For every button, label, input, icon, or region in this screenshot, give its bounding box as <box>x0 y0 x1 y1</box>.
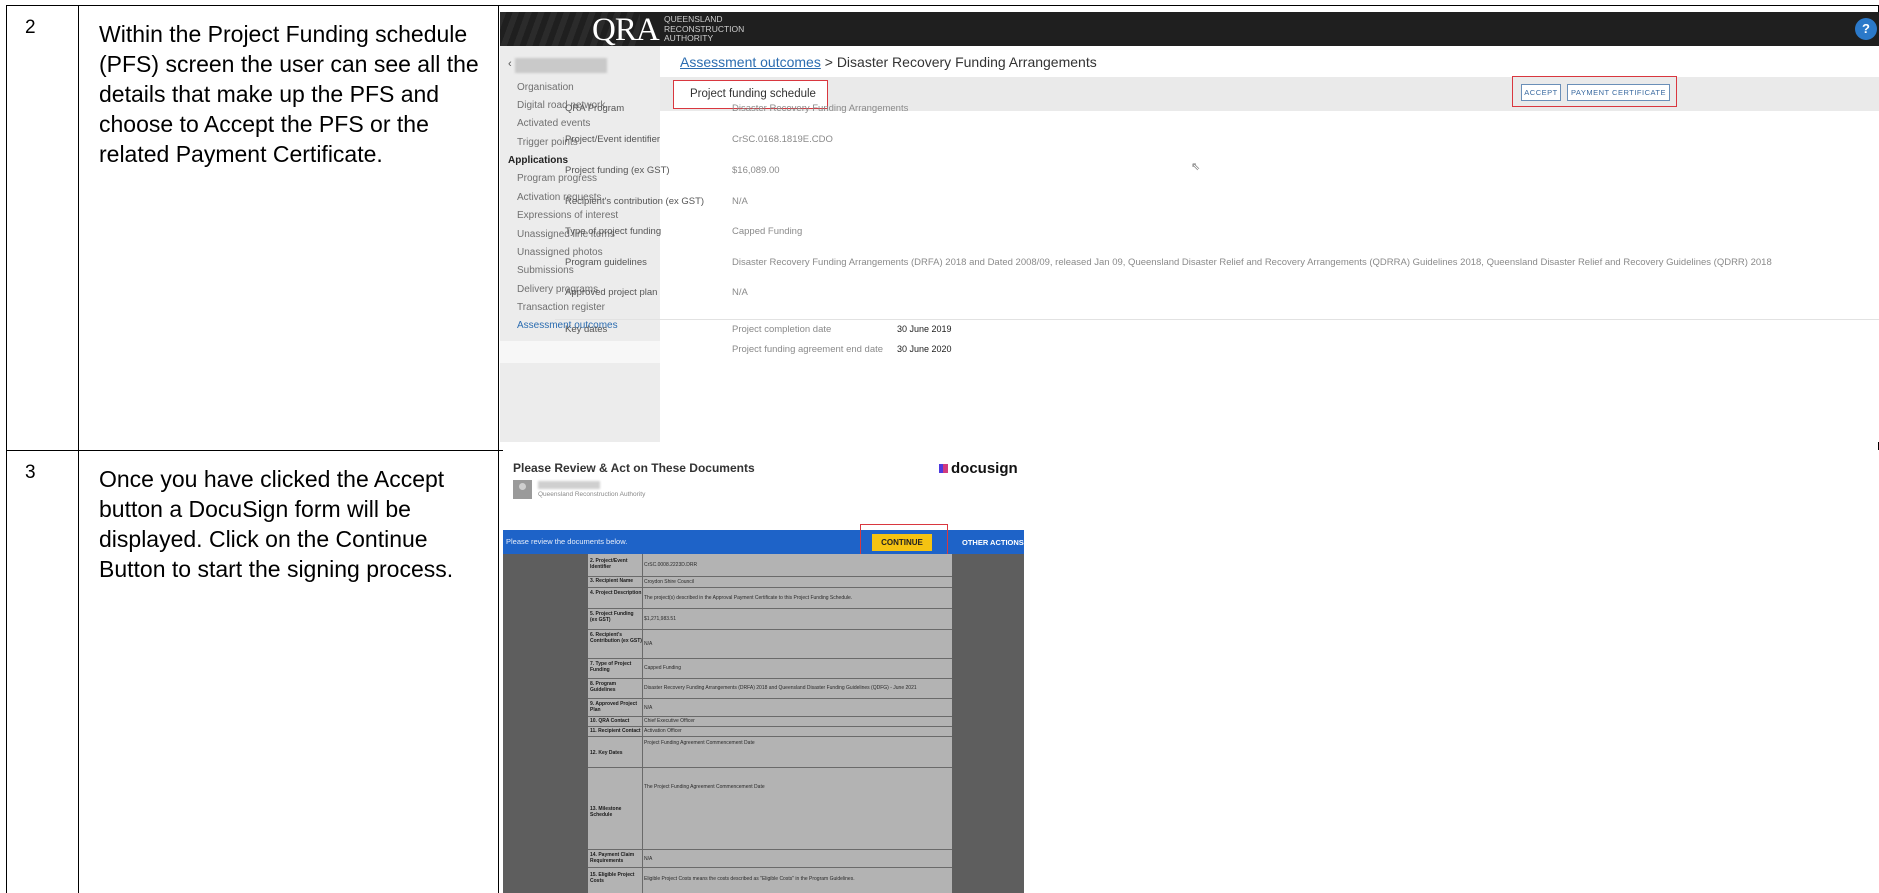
step-number: 3 <box>25 462 36 483</box>
doc-row-value: Capped Funding <box>644 665 681 671</box>
step-description: Once you have clicked the Accept button … <box>99 466 454 582</box>
qra-logo: QRA <box>592 12 660 46</box>
sidebar-active-highlight <box>500 341 660 363</box>
chevron-left-icon[interactable]: ‹ <box>508 58 512 70</box>
key-date-value-agreement-end: 30 June 2020 <box>897 344 952 354</box>
doc-row-value: Croydon Shire Council <box>644 579 695 585</box>
doc-row-value: The project(s) described in the Approval… <box>644 595 853 601</box>
doc-row-value: N/A <box>644 705 653 711</box>
accept-button[interactable]: ACCEPT <box>1521 84 1561 101</box>
field-label-program-guidelines: Program guidelines <box>565 257 647 268</box>
doc-row-label: 5. Project Funding (ex GST) <box>590 611 634 623</box>
field-label-qra-program: QRA Program <box>565 103 625 114</box>
doc-row-label: 14. Payment Claim Requirements <box>590 852 635 864</box>
doc-row-label: 7. Type of Project Funding <box>590 661 632 673</box>
field-value-project-identifier: CrSC.0168.1819E.CDO <box>732 134 833 145</box>
sender-organisation: Queensland Reconstruction Authority <box>538 491 646 498</box>
docusign-title: Please Review & Act on These Documents <box>513 461 755 475</box>
field-value-approved-project-plan: N/A <box>732 287 748 298</box>
review-instructions: Please review the documents below. <box>506 537 628 546</box>
sidebar-item-transaction-register[interactable]: Transaction register <box>517 302 605 313</box>
payment-certificate-button[interactable]: PAYMENT CERTIFICATE <box>1567 84 1670 101</box>
docusign-logo: docusign <box>939 460 1018 477</box>
breadcrumb-link-assessment-outcomes[interactable]: Assessment outcomes <box>680 54 821 70</box>
continue-button[interactable]: CONTINUE <box>872 534 932 551</box>
doc-row-label: 2. Project/Event Identifier <box>590 558 628 570</box>
avatar <box>513 480 532 499</box>
doc-row-value: Chief Executive Officer <box>644 718 695 724</box>
doc-row-value: Eligible Project Costs means the costs d… <box>644 876 855 882</box>
field-value-program-guidelines: Disaster Recovery Funding Arrangements (… <box>732 257 1772 268</box>
doc-row-label: 11. Recipient Contact <box>590 728 641 734</box>
step-number-cell: 2 <box>6 5 79 451</box>
qra-portal-screenshot: QRA QUEENSLAND RECONSTRUCTION AUTHORITY … <box>500 12 1879 442</box>
step-number: 2 <box>25 17 36 38</box>
sender-name-redacted <box>538 481 600 489</box>
field-label-type-of-funding: Type of project funding <box>565 226 662 237</box>
doc-row-value: Project Funding Agreement Commencement D… <box>644 740 755 746</box>
step-number-cell: 3 <box>6 450 79 893</box>
step-description-cell: Once you have clicked the Accept button … <box>78 450 499 893</box>
sidebar-item-activated-events[interactable]: Activated events <box>517 118 590 129</box>
key-date-value-completion: 30 June 2019 <box>897 324 952 334</box>
field-label-approved-project-plan: Approved project plan <box>565 287 658 298</box>
doc-row-value: N/A <box>644 641 653 647</box>
field-label-project-identifier: Project/Event identifier <box>565 134 661 145</box>
breadcrumb-separator: > <box>824 54 833 70</box>
doc-row-label: 4. Project Description <box>590 590 642 596</box>
sidebar-item-expressions-of-interest[interactable]: Expressions of interest <box>517 210 618 221</box>
doc-row-label: 15. Eligible Project Costs <box>590 872 635 884</box>
field-value-recipient-contribution: N/A <box>732 196 748 207</box>
docusign-logo-icon <box>939 464 948 473</box>
field-label-key-dates: Key dates <box>565 324 608 335</box>
doc-row-value: Disaster Recovery Funding Arrangements (… <box>644 685 917 691</box>
key-date-label-agreement-end: Project funding agreement end date <box>732 344 884 355</box>
qra-logo-subtitle: QUEENSLAND RECONSTRUCTION AUTHORITY <box>664 14 745 43</box>
step-description-cell: Within the Project Funding schedule (PFS… <box>78 5 499 451</box>
doc-row-label: 10. QRA Contact <box>590 718 630 724</box>
doc-row-value: CrSC.0008.2223D.DRR <box>644 562 698 568</box>
help-icon[interactable]: ? <box>1855 18 1877 40</box>
top-bar: QRA QUEENSLAND RECONSTRUCTION AUTHORITY … <box>500 12 1879 46</box>
breadcrumb-current: Disaster Recovery Funding Arrangements <box>836 54 1097 70</box>
field-label-project-funding: Project funding (ex GST) <box>565 165 670 176</box>
step-description: Within the Project Funding schedule (PFS… <box>99 21 479 167</box>
user-name-redacted <box>515 58 607 73</box>
field-value-type-of-funding: Capped Funding <box>732 226 803 237</box>
doc-row-label: 8. Program Guidelines <box>590 681 617 693</box>
key-date-label-completion: Project completion date <box>732 324 832 335</box>
docusign-screenshot: Please Review & Act on These Documents d… <box>503 450 1879 893</box>
doc-row-value: $1,271,983.51 <box>644 616 676 622</box>
field-label-recipient-contribution: Recipient's contribution (ex GST) <box>565 196 705 207</box>
doc-row-label: 13. Milestone Schedule <box>590 806 622 818</box>
doc-row-value: Activation Officer <box>644 728 682 734</box>
doc-row-label: 12. Key Dates <box>590 750 623 756</box>
mouse-cursor-icon: ⇖ <box>1191 161 1201 173</box>
table-divider <box>642 554 643 893</box>
other-actions-menu[interactable]: OTHER ACTIONS ▾ <box>962 538 1030 547</box>
sidebar-item-organisation[interactable]: Organisation <box>517 82 574 93</box>
divider <box>555 319 1879 320</box>
sidebar-section-applications: Applications <box>508 155 569 166</box>
document-page: 2. Project/Event Identifier CrSC.0008.22… <box>588 554 952 893</box>
breadcrumb: Assessment outcomes > Disaster Recovery … <box>680 54 1097 70</box>
field-value-qra-program: Disaster Recovery Funding Arrangements <box>732 103 909 114</box>
doc-row-value: N/A <box>644 856 653 862</box>
field-value-project-funding: $16,089.00 <box>732 165 780 176</box>
doc-row-label: 3. Recipient Name <box>590 578 634 584</box>
doc-row-label: 9. Approved Project Plan <box>590 701 638 713</box>
doc-row-label: 6. Recipient's Contribution (ex GST) <box>590 632 642 644</box>
doc-row-value: The Project Funding Agreement Commenceme… <box>644 784 765 790</box>
